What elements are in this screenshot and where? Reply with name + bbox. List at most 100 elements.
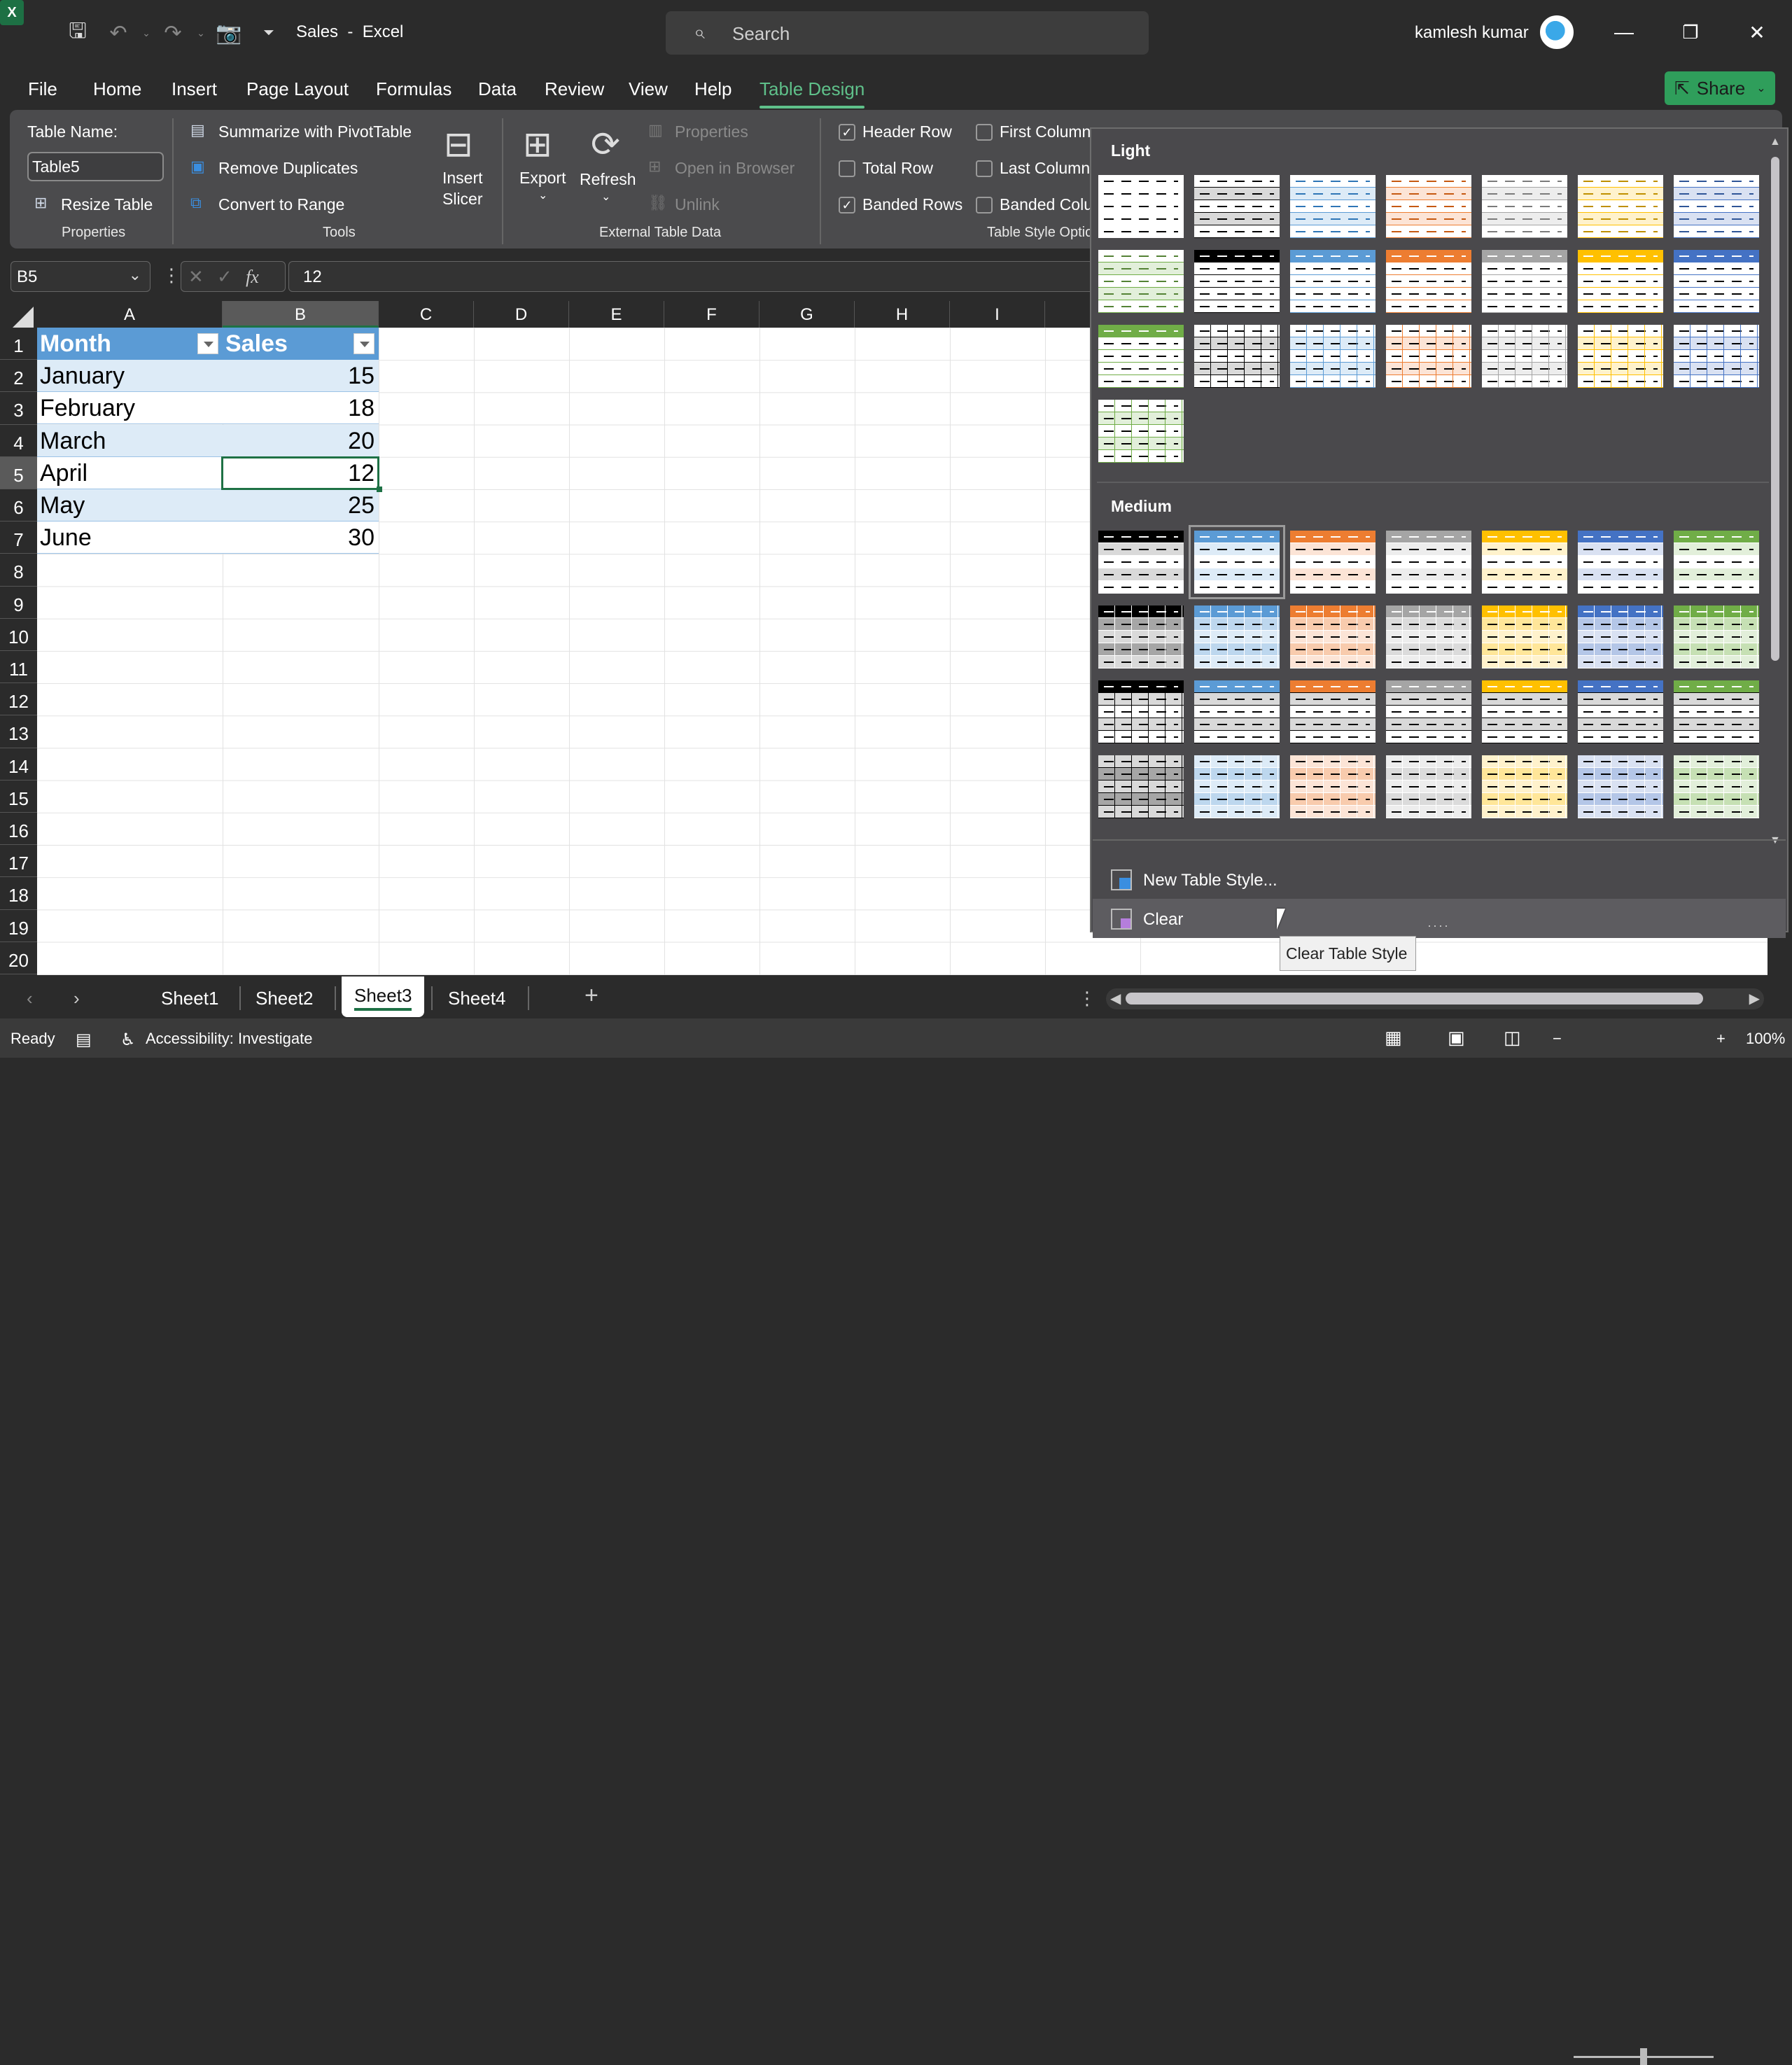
new-table-style-menu-item[interactable]: New Table Style...: [1093, 860, 1786, 899]
share-button[interactable]: ⇱ Share ⌄: [1665, 71, 1775, 105]
light-style-12[interactable]: [1482, 250, 1567, 313]
medium-style-2[interactable]: [1189, 525, 1285, 599]
medium-style-1[interactable]: [1098, 531, 1184, 594]
enter-icon[interactable]: ✓: [217, 266, 232, 287]
row-header-3[interactable]: 3: [0, 392, 37, 425]
user-name[interactable]: kamlesh kumar: [1415, 23, 1529, 43]
light-style-16[interactable]: [1194, 325, 1280, 388]
avatar[interactable]: [1540, 15, 1574, 49]
zoom-slider-thumb[interactable]: [1640, 2048, 1647, 2065]
light-style-7[interactable]: [1674, 175, 1759, 238]
minimize-button[interactable]: —: [1603, 14, 1645, 50]
row-header-11[interactable]: 11: [0, 651, 37, 684]
chevron-down-icon[interactable]: ⌄: [129, 266, 141, 284]
table-cell-month[interactable]: May: [37, 489, 223, 522]
chevron-down-icon[interactable]: ⌄: [1756, 81, 1765, 95]
light-style-15[interactable]: [1098, 325, 1184, 388]
table-header-sales[interactable]: Sales: [223, 328, 379, 360]
customize-quick-access-icon[interactable]: ⏷: [255, 20, 282, 46]
row-header-16[interactable]: 16: [0, 813, 37, 846]
medium-style-10[interactable]: [1290, 606, 1376, 668]
summarize-pivottable-button[interactable]: Summarize with PivotTable: [218, 122, 412, 141]
light-style-20[interactable]: [1578, 325, 1663, 388]
tab-file[interactable]: File: [28, 78, 57, 100]
row-header-19[interactable]: 19: [0, 910, 37, 942]
zoom-level[interactable]: 100%: [1746, 1030, 1785, 1048]
light-style-19[interactable]: [1482, 325, 1567, 388]
table-header-month[interactable]: Month: [37, 328, 223, 360]
medium-style-16[interactable]: [1194, 680, 1280, 743]
filter-dropdown-button[interactable]: [354, 333, 374, 354]
medium-style-24[interactable]: [1290, 755, 1376, 818]
row-header-2[interactable]: 2: [0, 360, 37, 393]
column-header-g[interactable]: G: [760, 301, 855, 328]
fill-handle[interactable]: [377, 486, 382, 492]
medium-style-8[interactable]: [1098, 606, 1184, 668]
row-header-15[interactable]: 15: [0, 780, 37, 813]
medium-style-23[interactable]: [1194, 755, 1280, 818]
column-header-b[interactable]: B: [223, 301, 379, 328]
light-style-6[interactable]: [1578, 175, 1663, 238]
table-cell-sales[interactable]: 25: [223, 489, 379, 522]
cancel-icon[interactable]: ✕: [188, 266, 204, 287]
tab-data[interactable]: Data: [478, 78, 517, 100]
name-box[interactable]: B5 ⌄: [10, 261, 150, 292]
medium-style-18[interactable]: [1386, 680, 1471, 743]
undo-dropdown-icon[interactable]: ⌄: [133, 20, 160, 46]
total-row-checkbox[interactable]: [839, 160, 855, 177]
row-header-4[interactable]: 4: [0, 425, 37, 457]
medium-style-4[interactable]: [1386, 531, 1471, 594]
zoom-slider[interactable]: [1574, 2048, 1714, 2065]
column-header-f[interactable]: F: [664, 301, 760, 328]
light-style-11[interactable]: [1386, 250, 1471, 313]
row-header-20[interactable]: 20: [0, 942, 37, 974]
medium-style-9[interactable]: [1194, 606, 1280, 668]
normal-view-icon[interactable]: ▦: [1385, 1027, 1402, 1049]
redo-dropdown-icon[interactable]: ⌄: [188, 20, 214, 46]
convert-to-range-button[interactable]: Convert to Range: [218, 195, 344, 214]
row-header-10[interactable]: 10: [0, 619, 37, 651]
zoom-in-icon[interactable]: +: [1716, 1030, 1726, 1048]
medium-style-26[interactable]: [1482, 755, 1567, 818]
more-options-icon[interactable]: ⋮: [1078, 988, 1096, 1009]
medium-style-7[interactable]: [1674, 531, 1759, 594]
sheet-tab-sheet2[interactable]: Sheet2: [255, 988, 313, 1009]
column-header-c[interactable]: C: [379, 301, 474, 328]
sheet-tab-sheet3[interactable]: Sheet3: [342, 976, 425, 1017]
row-header-9[interactable]: 9: [0, 587, 37, 619]
header-row-checkbox[interactable]: ✓: [839, 124, 855, 141]
medium-style-25[interactable]: [1386, 755, 1471, 818]
medium-style-11[interactable]: [1386, 606, 1471, 668]
last-column-checkbox[interactable]: [976, 160, 993, 177]
sheet-tab-sheet1[interactable]: Sheet1: [161, 988, 218, 1009]
add-sheet-icon[interactable]: +: [584, 982, 598, 1009]
first-column-checkbox[interactable]: [976, 124, 993, 141]
table-cell-month[interactable]: June: [37, 522, 223, 554]
row-header-18[interactable]: 18: [0, 877, 37, 910]
tab-insert[interactable]: Insert: [172, 78, 217, 100]
macro-recording-icon[interactable]: ▤: [76, 1030, 92, 1050]
scroll-sheets-right-icon[interactable]: ›: [74, 988, 80, 1009]
light-style-8[interactable]: [1098, 250, 1184, 313]
insert-function-icon[interactable]: fx: [246, 267, 259, 287]
medium-style-22[interactable]: [1098, 755, 1184, 818]
table-cell-sales[interactable]: 15: [223, 360, 379, 393]
table-cell-sales[interactable]: 20: [223, 424, 379, 457]
scroll-sheets-left-icon[interactable]: ‹: [27, 988, 33, 1009]
scroll-left-icon[interactable]: ◀: [1110, 990, 1121, 1007]
undo-icon[interactable]: ↶: [105, 20, 132, 46]
light-style-2[interactable]: [1194, 175, 1280, 238]
row-header-7[interactable]: 7: [0, 522, 37, 554]
search-input[interactable]: ⌕ Search: [666, 11, 1149, 55]
medium-style-21[interactable]: [1674, 680, 1759, 743]
zoom-out-icon[interactable]: −: [1553, 1030, 1562, 1048]
medium-style-27[interactable]: [1578, 755, 1663, 818]
remove-duplicates-button[interactable]: Remove Duplicates: [218, 159, 358, 178]
page-layout-view-icon[interactable]: ▣: [1448, 1027, 1465, 1049]
horizontal-scroll-thumb[interactable]: [1126, 993, 1703, 1004]
row-header-1[interactable]: 1: [0, 328, 37, 360]
sheet-tab-sheet4[interactable]: Sheet4: [448, 988, 505, 1009]
light-style-14[interactable]: [1674, 250, 1759, 313]
scroll-down-icon[interactable]: ▼: [1770, 834, 1781, 847]
light-style-10[interactable]: [1290, 250, 1376, 313]
